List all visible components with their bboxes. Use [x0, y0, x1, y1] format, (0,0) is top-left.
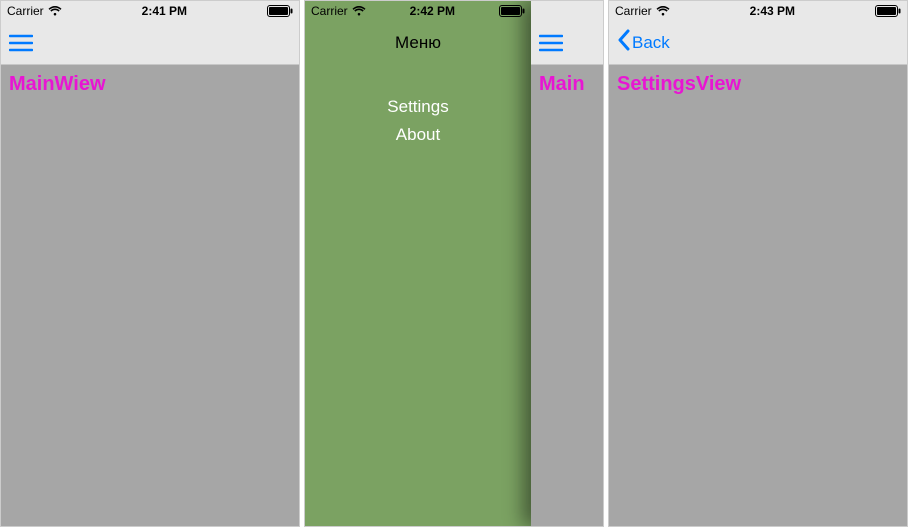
page-title: Main [539, 73, 604, 96]
carrier-label: Carrier [7, 4, 44, 18]
menu-nav-bar: Меню [305, 21, 531, 65]
screen-settings: Carrier 2:43 PM Back SettingsView [608, 0, 908, 527]
wifi-icon [656, 6, 670, 16]
battery-icon [499, 5, 525, 17]
pushed-main-view[interactable]: Main [531, 1, 604, 526]
page-title: MainWiew [9, 73, 291, 96]
status-bar: Carrier 2:41 PM [1, 1, 299, 21]
status-bar [531, 1, 604, 21]
menu-title: Меню [395, 33, 441, 53]
screen-menu-open: Carrier 2:42 PM Меню Settings About [304, 0, 604, 527]
wifi-icon [352, 6, 366, 16]
menu-item-about[interactable]: About [305, 121, 531, 149]
back-label: Back [632, 33, 670, 53]
chevron-left-icon [617, 29, 630, 56]
battery-icon [875, 5, 901, 17]
nav-bar [531, 21, 604, 65]
screen-main: Carrier 2:41 PM MainWiew [0, 0, 300, 527]
menu-item-settings[interactable]: Settings [305, 93, 531, 121]
carrier-label: Carrier [615, 4, 652, 18]
time-label: 2:43 PM [750, 4, 795, 18]
nav-bar [1, 21, 299, 65]
time-label: 2:42 PM [410, 4, 455, 18]
status-bar: Carrier 2:42 PM [305, 1, 531, 21]
carrier-label: Carrier [311, 4, 348, 18]
battery-icon [267, 5, 293, 17]
page-title: SettingsView [617, 73, 899, 96]
nav-bar: Back [609, 21, 907, 65]
menu-button[interactable] [9, 34, 33, 52]
menu-list: Settings About [305, 93, 531, 149]
side-menu: Carrier 2:42 PM Меню Settings About [305, 1, 531, 526]
back-button[interactable]: Back [617, 29, 670, 56]
status-bar: Carrier 2:43 PM [609, 1, 907, 21]
wifi-icon [48, 6, 62, 16]
menu-button[interactable] [539, 34, 563, 52]
time-label: 2:41 PM [142, 4, 187, 18]
